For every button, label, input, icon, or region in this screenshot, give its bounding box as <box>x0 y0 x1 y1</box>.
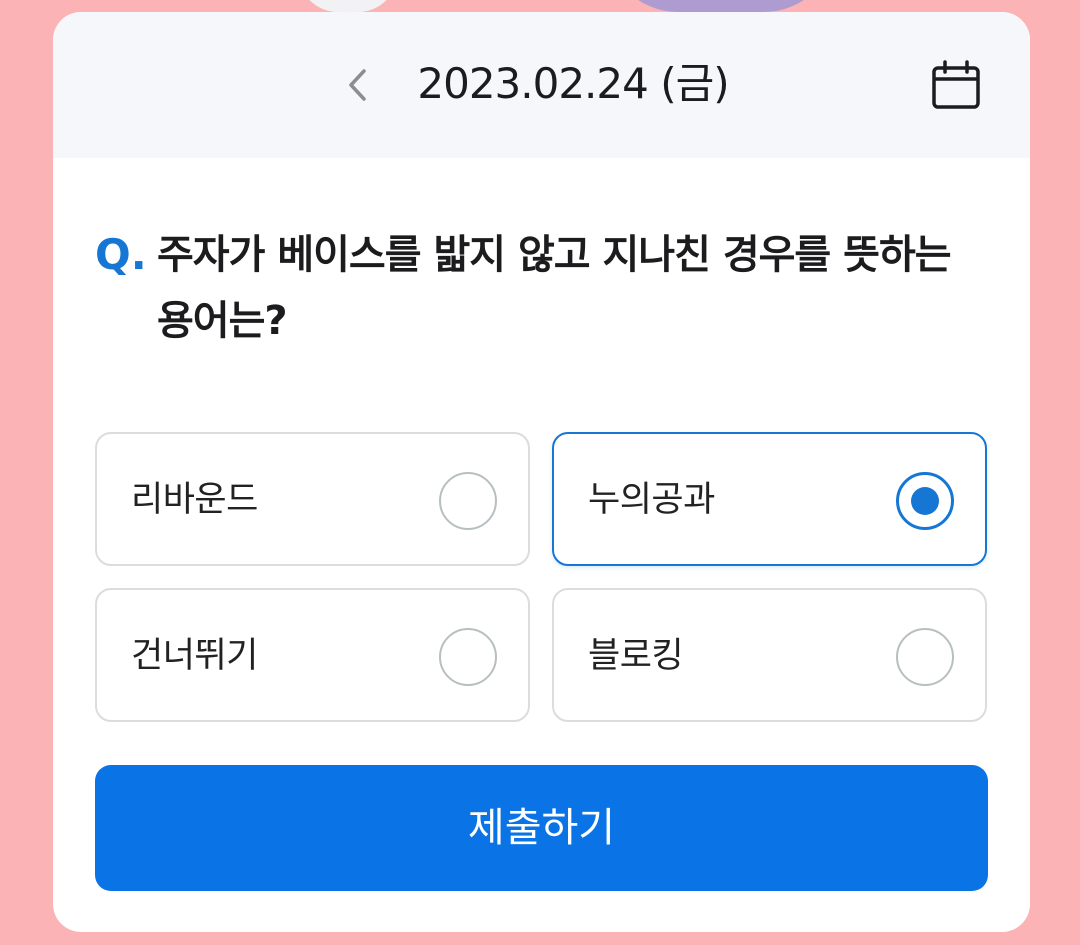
answer-option-label: 블로킹 <box>588 636 684 676</box>
radio-button[interactable] <box>439 628 497 686</box>
answer-option-1[interactable]: 리바운드 <box>95 432 530 566</box>
answer-options: 리바운드 누의공과 건너뛰기 블로킹 <box>95 432 988 722</box>
radio-button[interactable] <box>896 628 954 686</box>
date-navigation-bar: 2023.02.24 (금) <box>53 12 1030 158</box>
calendar-button[interactable] <box>927 56 985 114</box>
answer-option-2[interactable]: 누의공과 <box>552 432 987 566</box>
answer-option-label: 누의공과 <box>588 480 715 520</box>
answer-option-label: 리바운드 <box>131 480 258 520</box>
current-date: 2023.02.24 (금) <box>417 59 729 108</box>
radio-button-selected[interactable] <box>896 472 954 530</box>
quiz-card: 2023.02.24 (금) Q. 주자가 베이스를 밟지 않고 지나친 경우를… <box>53 12 1030 932</box>
background-decoration-right <box>606 0 836 12</box>
answer-option-3[interactable]: 건너뛰기 <box>95 588 530 722</box>
radio-dot <box>911 487 939 515</box>
answer-option-label: 건너뛰기 <box>131 636 258 676</box>
submit-button[interactable]: 제출하기 <box>95 765 988 891</box>
answer-option-4[interactable]: 블로킹 <box>552 588 987 722</box>
calendar-icon <box>932 60 980 109</box>
previous-date-button[interactable] <box>335 56 379 114</box>
question: Q. 주자가 베이스를 밟지 않고 지나친 경우를 뜻하는 용어는? <box>95 222 975 354</box>
chevron-left-icon <box>349 69 366 101</box>
question-text: 주자가 베이스를 밟지 않고 지나친 경우를 뜻하는 용어는? <box>157 232 952 344</box>
background-decoration-left <box>298 0 398 12</box>
radio-button[interactable] <box>439 472 497 530</box>
question-marker: Q. <box>95 230 147 279</box>
